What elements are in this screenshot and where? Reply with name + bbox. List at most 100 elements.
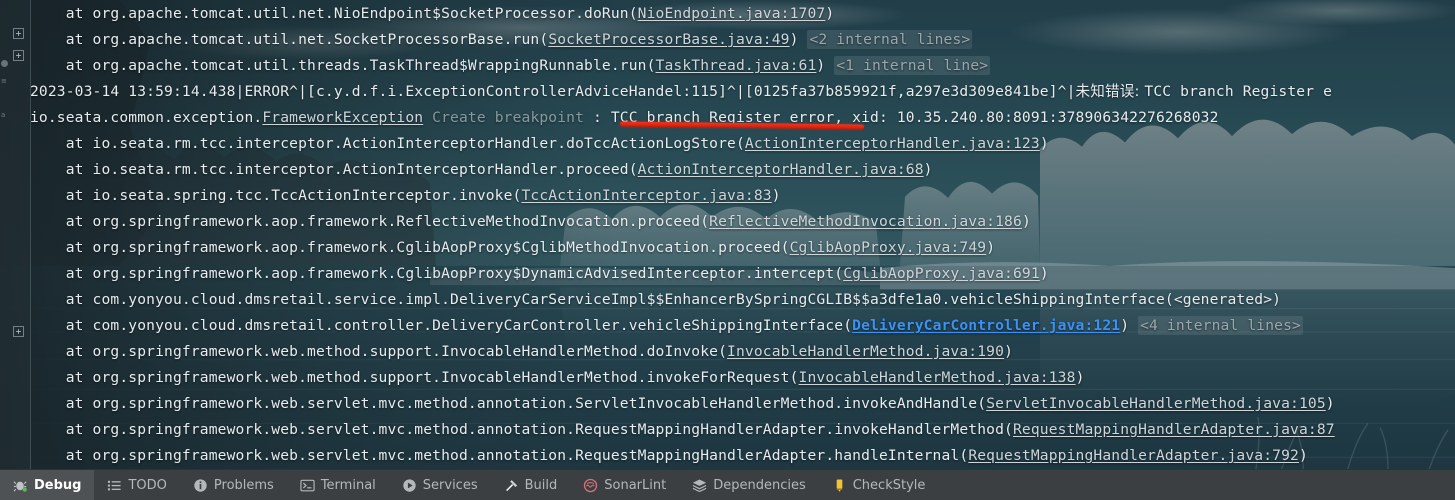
source-link[interactable]: FrameworkException: [262, 109, 423, 126]
line-text: 未知错误:: [1075, 83, 1145, 100]
source-link[interactable]: NioEndpoint.java:1707: [638, 5, 826, 22]
line-text: at org.springframework.aop.framework.Cgl…: [65, 239, 790, 256]
stacktrace-line: at com.yonyou.cloud.dmsretail.controller…: [30, 313, 1303, 339]
tool-window-tab-problems[interactable]: Problems: [180, 470, 287, 500]
checkstyle-icon: [832, 478, 847, 493]
line-text: ): [1039, 135, 1049, 152]
tool-window-tab-services[interactable]: Services: [389, 470, 491, 500]
source-link[interactable]: ActionInterceptorHandler.java:68: [638, 161, 924, 178]
tool-window-tab-label: CheckStyle: [852, 477, 926, 493]
line-text: ): [1075, 369, 1085, 386]
line-text: ): [1298, 447, 1308, 464]
line-text: at org.springframework.web.method.suppor…: [65, 369, 799, 386]
line-text: ): [816, 57, 835, 74]
stacktrace-line: at org.springframework.aop.framework.Cgl…: [30, 261, 1049, 287]
line-text: at io.seata.spring.tcc.TccActionIntercep…: [65, 187, 522, 204]
source-link[interactable]: ActionInterceptorHandler.java:123: [745, 135, 1040, 152]
collapsed-frames-badge: <4 internal lines>: [1138, 316, 1303, 335]
stacktrace-line: io.seata.common.exception.FrameworkExcep…: [30, 105, 1219, 131]
line-text: at org.apache.tomcat.util.net.SocketProc…: [65, 31, 549, 48]
source-link[interactable]: CglibAopProxy.java:749: [790, 239, 987, 256]
line-text: at io.seata.rm.tcc.interceptor.ActionInt…: [65, 161, 638, 178]
source-link[interactable]: ServletInvocableHandlerMethod.java:105: [986, 395, 1326, 412]
stacktrace-line: at io.seata.spring.tcc.TccActionIntercep…: [30, 183, 781, 209]
source-link[interactable]: RequestMappingHandlerAdapter.java:792: [968, 447, 1299, 464]
line-text: at org.springframework.web.servlet.mvc.m…: [65, 447, 969, 464]
source-link[interactable]: TaskThread.java:61: [656, 57, 817, 74]
line-text: ): [986, 239, 996, 256]
stacktrace-line: at com.yonyou.cloud.dmsretail.service.im…: [30, 287, 1281, 313]
line-text: at org.springframework.web.servlet.mvc.m…: [65, 395, 987, 412]
layers-icon: [692, 478, 707, 493]
tool-window-tab-todo[interactable]: TODO: [94, 470, 179, 500]
line-text: ): [1039, 265, 1049, 282]
tool-window-tab-terminal[interactable]: Terminal: [287, 470, 389, 500]
line-text: ): [923, 161, 933, 178]
tool-window-tab-label: SonarLint: [604, 477, 667, 493]
sonar-icon: [583, 478, 598, 493]
tool-window-tab-checkstyle[interactable]: CheckStyle: [819, 470, 939, 500]
line-text: ): [771, 187, 781, 204]
line-text: ): [1004, 343, 1013, 360]
line-text: ): [1021, 213, 1031, 230]
stacktrace-line: at io.seata.rm.tcc.interceptor.ActionInt…: [30, 131, 1049, 157]
tool-window-tab-dependencies[interactable]: Dependencies: [679, 470, 819, 500]
tool-window-tab-label: Terminal: [320, 477, 376, 493]
terminal-icon: [300, 478, 315, 493]
tool-window-tab-label: TODO: [128, 477, 167, 493]
tool-window-tab-label: Services: [422, 477, 478, 493]
stacktrace-line: at org.apache.tomcat.util.net.NioEndpoin…: [30, 1, 834, 27]
create-breakpoint-hint: Create breakpoint: [432, 109, 585, 126]
line-text: at org.springframework.aop.framework.Cgl…: [65, 265, 844, 282]
stacktrace-lines: at org.apache.tomcat.util.net.NioEndpoin…: [0, 0, 1455, 470]
collapsed-frames-badge: <2 internal lines>: [807, 30, 973, 49]
source-link[interactable]: CglibAopProxy.java:691: [843, 265, 1040, 282]
line-text: at org.springframework.web.servlet.mvc.m…: [65, 421, 1013, 438]
source-link[interactable]: SocketProcessorBase.java:49: [548, 31, 789, 48]
ide-console-window: ≡ a at org.apache.tomcat.util.net.NioEnd…: [0, 0, 1455, 500]
line-text: TCC branch Register e: [1144, 83, 1333, 100]
line-text: ): [1120, 317, 1139, 334]
warning-icon: [193, 478, 208, 493]
bug-icon: [13, 478, 28, 493]
play-circle-icon: [402, 478, 417, 493]
source-link[interactable]: ReflectiveMethodInvocation.java:186: [709, 213, 1022, 230]
tool-window-tab-debug[interactable]: Debug: [0, 470, 95, 500]
tool-window-tab-label: Problems: [213, 477, 274, 493]
list-icon: [107, 478, 122, 493]
debug-console-output[interactable]: ≡ a at org.apache.tomcat.util.net.NioEnd…: [0, 0, 1455, 470]
tool-window-tab-build[interactable]: Build: [491, 470, 571, 500]
stacktrace-line: at org.springframework.web.method.suppor…: [30, 365, 1085, 391]
stacktrace-line: at org.apache.tomcat.util.threads.TaskTh…: [30, 53, 991, 79]
stacktrace-line: at io.seata.rm.tcc.interceptor.ActionInt…: [30, 157, 933, 183]
source-link[interactable]: DeliveryCarController.java:121: [852, 317, 1120, 334]
line-text: io.seata.common.exception.: [30, 109, 263, 126]
source-link[interactable]: RequestMappingHandlerAdapter.java:87: [1013, 421, 1335, 438]
line-text: at com.yonyou.cloud.dmsretail.controller…: [65, 317, 853, 334]
hammer-icon: [504, 478, 519, 493]
stacktrace-line: 2023-03-14 13:59:14.438|ERROR^|[c.y.d.f.…: [30, 79, 1332, 105]
tool-window-tab-bar[interactable]: Debug TODO Problems Terminal Services Build So…: [0, 469, 1455, 500]
stacktrace-line: at org.springframework.aop.framework.Cgl…: [30, 235, 995, 261]
tool-window-tab-label: Build: [524, 477, 558, 493]
source-link[interactable]: InvocableHandlerMethod.java:190: [727, 343, 1004, 360]
tool-window-tab-sonarlint[interactable]: SonarLint: [570, 470, 679, 500]
line-text: ): [1325, 395, 1335, 412]
source-link[interactable]: InvocableHandlerMethod.java:138: [799, 369, 1076, 386]
tool-window-tab-label: Dependencies: [713, 477, 806, 493]
collapsed-frames-badge: <1 internal line>: [834, 56, 991, 75]
line-text: at org.apache.tomcat.util.threads.TaskTh…: [65, 57, 656, 74]
source-link[interactable]: TccActionInterceptor.java:83: [522, 187, 772, 204]
